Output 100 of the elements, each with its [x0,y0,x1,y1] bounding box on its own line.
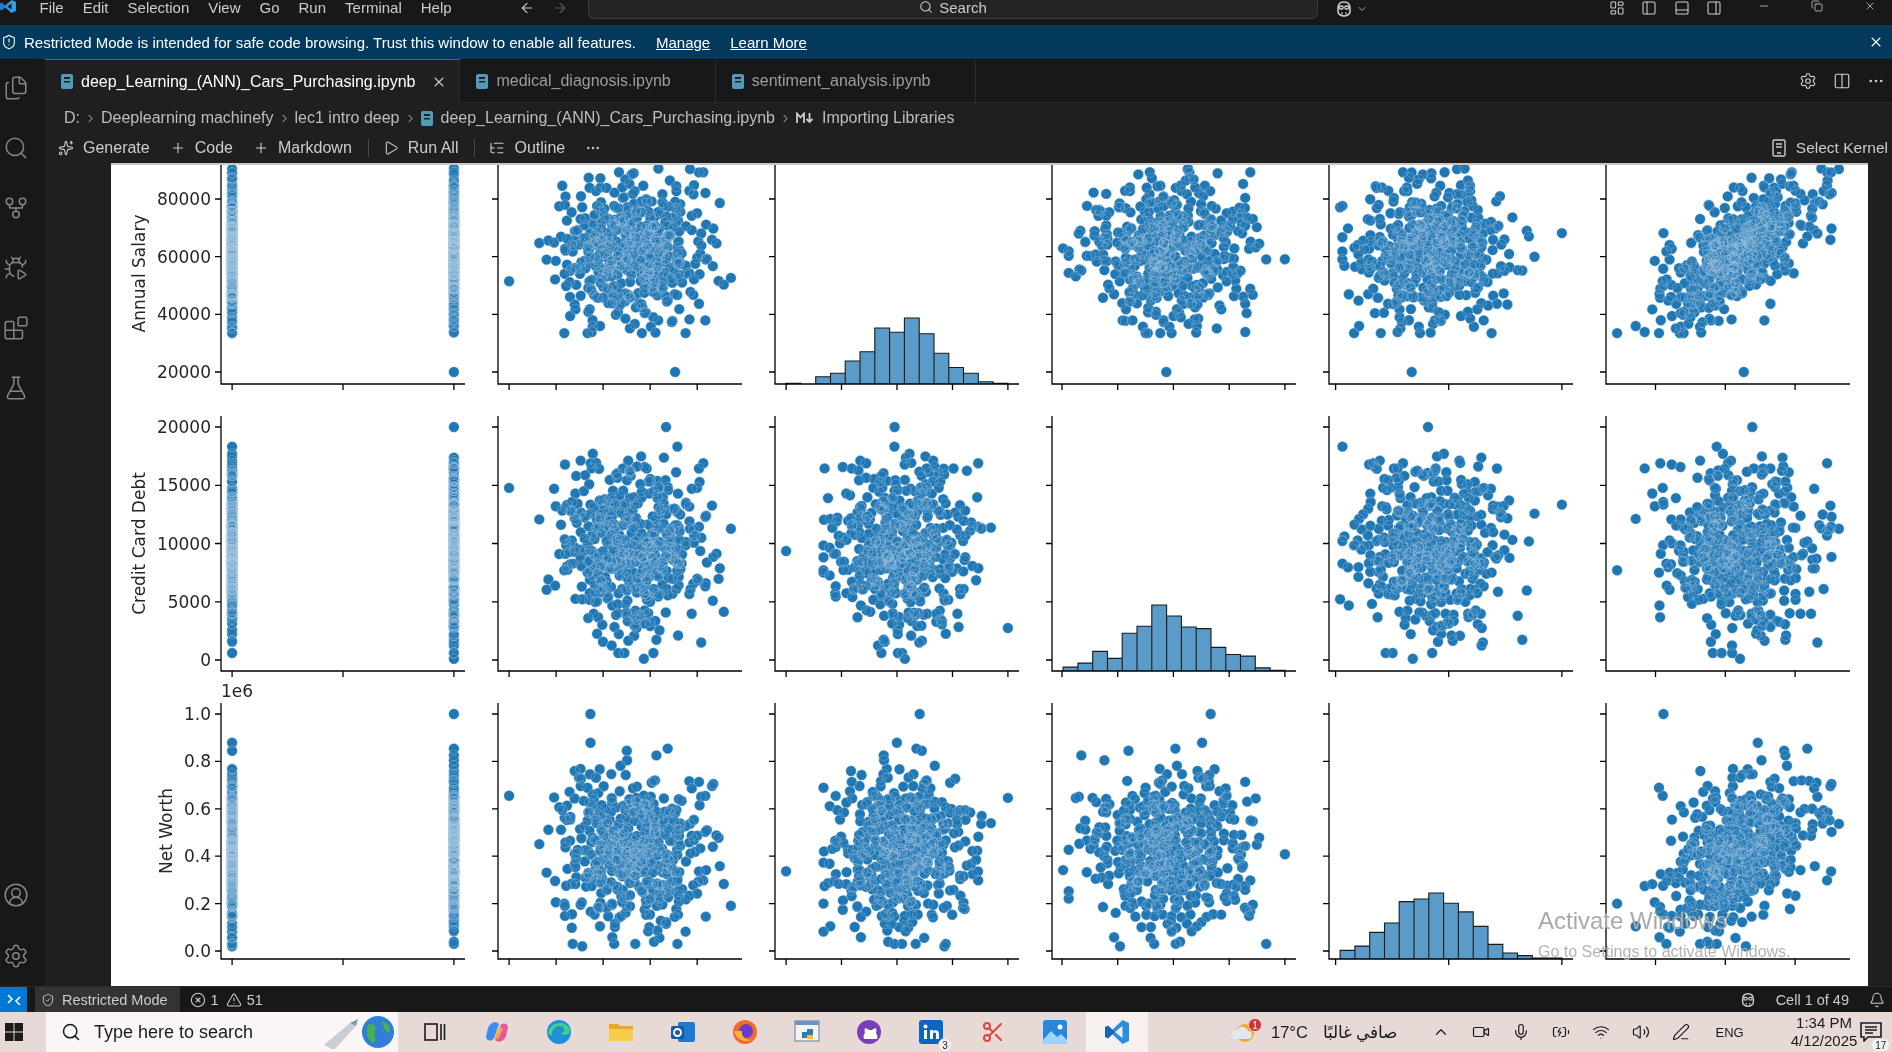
remote-button[interactable] [0,987,27,1012]
tick-label: 20000 [156,362,211,382]
breadcrumb-item[interactable]: deep_Learning_(ANN)_Cars_Purchasing.ipynb [420,109,775,127]
menu-item[interactable]: View [198,0,250,15]
menu-item[interactable]: Edit [73,0,119,15]
axis-label: Credit Card Debt [129,472,149,615]
bell-icon[interactable] [1869,991,1885,1008]
toolbar-button[interactable]: Markdown [252,139,352,157]
notebook-icon [61,74,73,89]
tick-label: 10000 [156,533,211,554]
windows-icon [5,1023,23,1041]
volume-icon[interactable] [1632,1023,1651,1041]
toolbar-button[interactable]: Generate [58,139,150,157]
photo-icon [1043,1020,1067,1044]
menu-item[interactable]: File [30,0,74,15]
toolbar-button[interactable]: Run All [382,139,459,157]
breadcrumb-item[interactable]: Importing Libraries [795,109,955,127]
robot-face-icon [1739,991,1756,1008]
tick-label: 0 [200,650,211,670]
cell-position[interactable]: Cell 1 of 49 [1775,991,1849,1008]
tick-label: 60000 [156,246,211,267]
banner-link[interactable]: Learn More [730,33,807,51]
axis-offset-label: 1e6 [221,681,254,701]
account-icon[interactable] [3,882,29,908]
split-editor-icon[interactable] [1833,71,1851,90]
branch-icon[interactable] [3,195,29,221]
menu-item[interactable]: Run [289,0,336,15]
notification-icon [1860,1022,1883,1042]
server-icon [1771,139,1786,157]
browser-icon [732,1019,758,1045]
tick-label: 5000 [167,591,211,612]
shield-icon [1,34,17,50]
breadcrumb-item[interactable]: Deeplearning machinefy [101,109,274,127]
notebook-icon [420,110,433,126]
tick-label: 15000 [156,475,211,496]
search-field[interactable]: Search [588,0,1318,19]
settings-icon[interactable] [3,943,29,969]
code-editor-icon [1104,1019,1130,1045]
search-field[interactable]: Type here to search [46,1012,398,1052]
banner-link[interactable]: Manage [656,33,711,51]
mail-icon [670,1020,696,1044]
menu-item[interactable]: Terminal [335,0,412,15]
menu-item[interactable]: Help [411,0,462,15]
problems-button[interactable]: 1 51 [189,991,270,1008]
tick-label: 0.6 [183,798,211,819]
sparkle-icon [58,140,74,156]
markdown-icon [795,112,814,124]
breadcrumb-item[interactable]: D: [64,109,80,127]
settings-icon[interactable] [1799,71,1817,90]
search-icon [61,1022,81,1042]
editor-tab[interactable]: deep_Learning_(ANN)_Cars_Purchasing.ipynb [45,59,461,103]
tick-label: 80000 [156,189,211,209]
tick-label: 0.0 [183,941,211,961]
remote-icon [6,993,21,1006]
tick-label: 1.0 [183,704,211,724]
language-indicator[interactable]: ENG [1715,1024,1744,1040]
kernel-button[interactable]: Select Kernel [1771,139,1888,157]
breadcrumb-item[interactable]: lec1 intro deep [294,109,400,127]
temperature-text: 17°C [1271,1022,1308,1042]
restore-icon[interactable] [1811,0,1823,12]
panel-right-icon[interactable] [1706,0,1722,16]
close-icon[interactable] [1864,0,1876,12]
notebook-icon [731,73,744,89]
axis-label: Annual Salary [129,214,149,333]
taskbar-button[interactable]: 3 [900,1012,962,1052]
search-icon[interactable] [3,135,29,161]
restricted-mode-button[interactable]: Restricted Mode [35,987,180,1012]
search-icon [919,0,934,14]
warning-icon [225,991,242,1008]
menu-item[interactable]: Go [250,0,289,15]
panel-left-icon[interactable] [1641,0,1657,16]
panel-bottom-icon[interactable] [1673,0,1690,16]
extensions-icon[interactable] [3,315,29,341]
clock[interactable]: 1:34 PM 4/12/2025 [1790,1014,1858,1050]
menu-item[interactable]: Selection [118,0,199,15]
robot-face-icon [1335,0,1353,18]
tick-label: 0.4 [183,846,211,867]
files-icon[interactable] [3,75,29,101]
taskbar-button[interactable] [1086,1012,1148,1052]
notification-badge: 17 [1871,1038,1891,1052]
run-debug-icon[interactable] [3,255,29,281]
banner-message: Restricted Mode is intended for safe code browsing. Trust this window to enable all features. [24,33,636,51]
window-icon [794,1020,820,1044]
layout-icon[interactable] [1608,0,1625,16]
tick-label: 20000 [156,417,211,437]
error-icon [189,991,206,1008]
toolbar-button[interactable]: Outline [489,139,566,157]
axis-label: Net Worth [156,788,176,874]
notebook-icon [476,73,489,89]
weather-condition: صافي غالبًا [1322,1022,1398,1042]
notification-badge: 3 [938,1038,952,1052]
scissors-icon [981,1020,1005,1044]
list-icon [489,140,506,156]
shield-icon [41,992,55,1007]
pen-icon[interactable] [1672,1023,1691,1041]
folder-icon [608,1021,634,1043]
toolbar-button[interactable]: Code [169,139,233,157]
cat-icon [856,1019,882,1045]
social-app-icon [919,1020,943,1044]
browser-icon [546,1019,572,1045]
